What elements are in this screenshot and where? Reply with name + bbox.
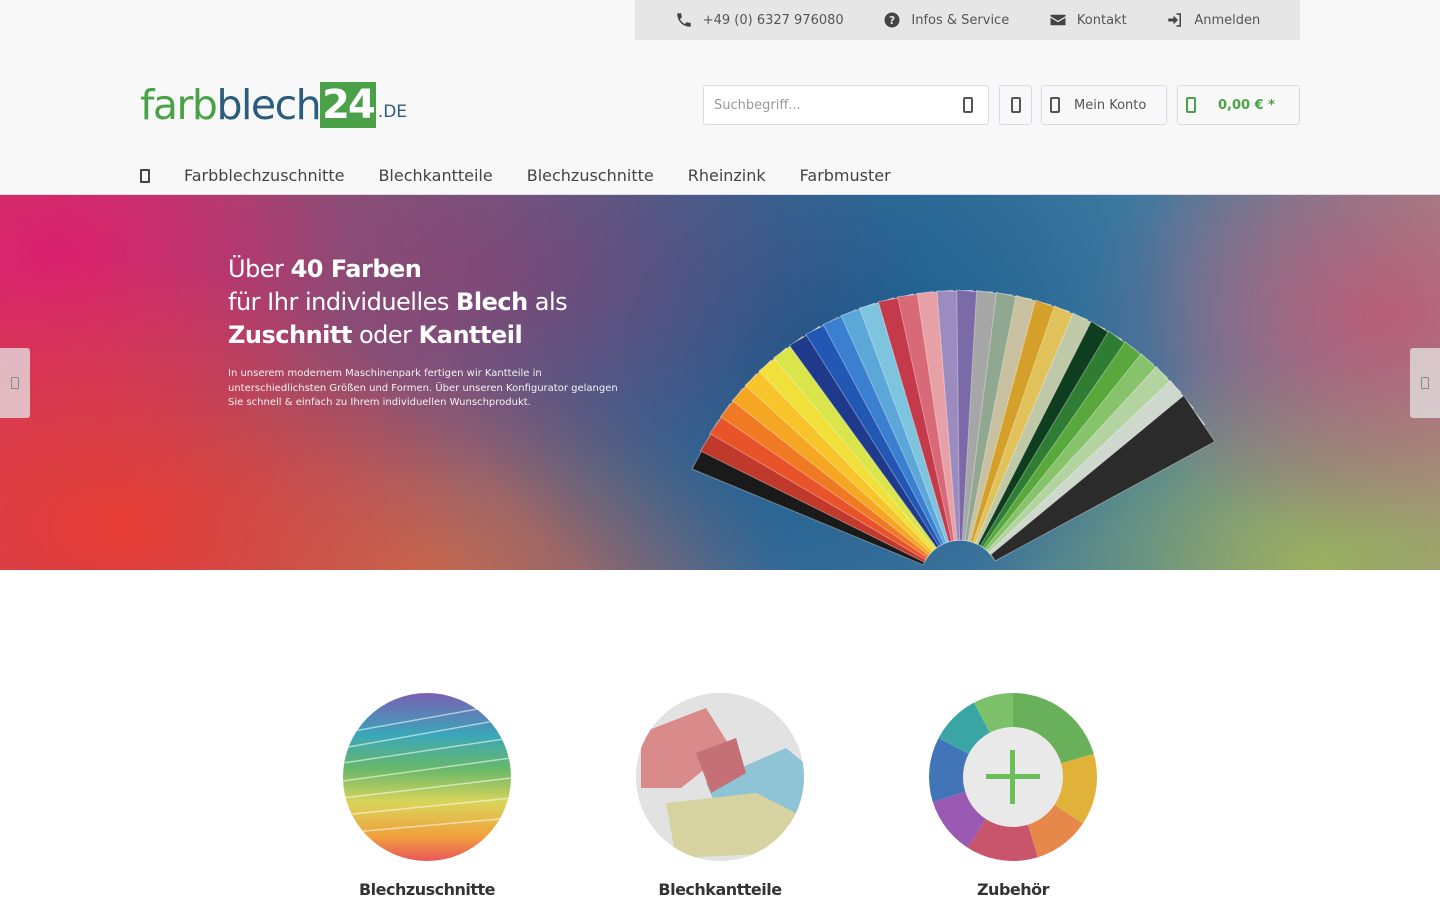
cart-total: 0,00 € * [1218, 97, 1275, 113]
anmelden-label: Anmelden [1194, 12, 1261, 28]
nav-item-rheinzink[interactable]: Rheinzink [688, 166, 766, 185]
wishlist-button[interactable] [999, 85, 1032, 125]
phone-link[interactable]: +49 (0) 6327 976080 [675, 11, 844, 29]
search-input[interactable] [704, 97, 949, 113]
category-blechkantteile[interactable]: Blechkantteile [636, 693, 804, 899]
cart-icon [1186, 97, 1196, 113]
nav-item-blechzuschnitte[interactable]: Blechzuschnitte [527, 166, 654, 185]
login-icon [1168, 13, 1182, 27]
logo-24: 24 [320, 82, 376, 128]
main-navigation: Farbblechzuschnitte Blechkantteile Blech… [140, 155, 925, 195]
hero-line2-a: für Ihr individuelles [228, 288, 457, 316]
infos-service-label: Infos & Service [911, 12, 1010, 28]
category-zubehoer[interactable]: Zubehör [929, 693, 1097, 899]
category-label: Blechkantteile [658, 880, 782, 899]
category-image-blechkantteile [636, 693, 804, 861]
kontakt-link[interactable]: Kontakt [1049, 11, 1127, 29]
phone-icon [676, 13, 691, 27]
hero-line2-c: als [527, 288, 568, 316]
category-blechzuschnitte[interactable]: Blechzuschnitte [343, 693, 511, 899]
wishlist-icon [1010, 97, 1021, 113]
hero-line3-b: oder [351, 321, 419, 349]
arrow-left-icon [11, 377, 19, 389]
cart-button[interactable]: 0,00 € * [1177, 85, 1300, 125]
nav-item-farbmuster[interactable]: Farbmuster [800, 166, 891, 185]
nav-item-farbblechzuschnitte[interactable]: Farbblechzuschnitte [184, 166, 344, 185]
search-box [703, 85, 989, 125]
search-icon [963, 97, 974, 113]
category-section: Blechzuschnitte Blechkantteile Zubehör [0, 570, 1440, 900]
category-label: Blechzuschnitte [358, 880, 496, 899]
account-label: Mein Konto [1074, 97, 1147, 113]
kontakt-label: Kontakt [1076, 12, 1127, 28]
search-button[interactable] [948, 86, 988, 124]
color-fan-image [691, 289, 1216, 566]
hero-subtext: In unserem modernem Maschinenpark fertig… [228, 368, 618, 408]
account-icon [1050, 97, 1060, 113]
arrow-right-icon [1421, 377, 1429, 389]
category-image-blechzuschnitte [343, 693, 511, 861]
infos-service-link[interactable]: ? Infos & Service [883, 11, 1009, 29]
logo-de: .DE [377, 102, 408, 122]
shop-logo[interactable]: farbblech 24 .DE [140, 76, 407, 128]
anmelden-link[interactable]: Anmelden [1166, 11, 1260, 29]
nav-item-blechkantteile[interactable]: Blechkantteile [378, 166, 492, 185]
slider-prev-button[interactable] [0, 348, 30, 418]
home-icon[interactable] [140, 169, 150, 183]
help-icon: ? [884, 12, 900, 28]
mail-icon [1050, 14, 1066, 26]
logo-blech: blech [216, 81, 321, 129]
category-label: Zubehör [976, 880, 1050, 899]
account-button[interactable]: Mein Konto [1041, 85, 1167, 125]
hero-line2-b: Blech [456, 288, 528, 316]
hero-line3-c: Kantteil [418, 321, 523, 349]
hero-line1-a: Über [228, 255, 291, 283]
service-bar: +49 (0) 6327 976080 ? Infos & Service Ko… [635, 0, 1300, 40]
slider-next-button[interactable] [1410, 348, 1440, 418]
hero-headline: Über 40 Farben für Ihr individuelles Ble… [228, 253, 568, 352]
logo-farb: farb [140, 81, 218, 129]
svg-text:?: ? [889, 15, 895, 27]
phone-number: +49 (0) 6327 976080 [702, 12, 844, 28]
category-image-zubehoer [929, 693, 1097, 861]
hero-line1-b: 40 Farben [290, 255, 422, 283]
hero-line3-a: Zuschnitt [228, 321, 352, 349]
hero-slider[interactable]: Über 40 Farben für Ihr individuelles Ble… [0, 195, 1440, 570]
